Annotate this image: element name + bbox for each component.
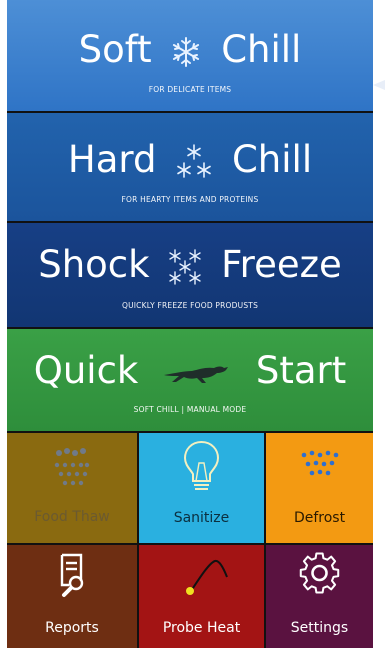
food-thaw-label: Food Thaw	[34, 509, 110, 525]
soft-chill-button[interactable]: Soft Chill FOR DELICATE ITEMS	[7, 0, 373, 111]
snowflakes-icon	[177, 143, 212, 178]
soft-chill-title-left: Soft	[78, 28, 152, 71]
sanitize-button[interactable]: Sanitize	[139, 433, 264, 543]
defrost-label: Defrost	[293, 510, 346, 526]
soft-chill-title: Soft Chill	[7, 30, 373, 70]
reports-label: Reports	[45, 620, 99, 636]
settings-label: Settings	[290, 620, 349, 636]
snowflake-icon	[173, 36, 200, 67]
shock-freeze-title-left: Shock	[38, 243, 150, 286]
hard-chill-subtitle: FOR HEARTY ITEMS AND PROTEINS	[121, 195, 259, 204]
probe-heat-button[interactable]: Probe Heat	[139, 545, 264, 648]
report-search-icon	[60, 553, 84, 597]
droplets-icon	[301, 450, 339, 476]
snowflake-cluster-icon	[169, 248, 202, 285]
shock-freeze-subtitle: QUICKLY FREEZE FOOD PRODUSTS	[121, 301, 259, 310]
control-panel: Soft Chill FOR DELICATE ITEMS Hard Chill…	[7, 0, 373, 648]
quick-start-title-right: Start	[255, 349, 347, 392]
quick-start-button[interactable]: Quick Start SOFT CHILL | MANUAL MODE	[7, 329, 373, 431]
hard-chill-button[interactable]: Hard Chill FOR HEARTY ITEMS AND PROTEINS	[7, 113, 373, 221]
lightbulb-icon	[183, 440, 220, 490]
defrost-button[interactable]: Defrost	[266, 433, 373, 543]
probe-heat-label: Probe Heat	[162, 620, 241, 636]
food-thaw-button[interactable]: Food Thaw	[7, 433, 137, 543]
quick-start-title: Quick Start	[7, 351, 373, 391]
hard-chill-title: Hard Chill	[7, 140, 373, 180]
hard-chill-title-left: Hard	[67, 138, 157, 181]
quick-start-title-left: Quick	[33, 349, 139, 392]
settings-button[interactable]: Settings	[266, 545, 373, 648]
shock-freeze-title: Shock Freeze	[7, 245, 373, 287]
greyhound-icon	[164, 366, 229, 383]
hard-chill-title-right: Chill	[231, 138, 313, 181]
soft-chill-title-right: Chill	[221, 28, 302, 71]
gear-icon	[299, 552, 340, 594]
sanitize-label: Sanitize	[173, 510, 230, 526]
probe-icon	[186, 559, 228, 595]
soft-chill-subtitle: FOR DELICATE ITEMS	[148, 85, 232, 94]
reports-button[interactable]: Reports	[7, 545, 137, 648]
shock-freeze-button[interactable]: Shock Freeze QUICKLY FREEZE FOOD PRODUST…	[7, 223, 373, 327]
shock-freeze-title-right: Freeze	[221, 243, 342, 286]
side-arrow-icon[interactable]	[373, 60, 385, 90]
quick-start-subtitle: SOFT CHILL | MANUAL MODE	[133, 405, 247, 414]
thaw-icon	[54, 448, 90, 486]
